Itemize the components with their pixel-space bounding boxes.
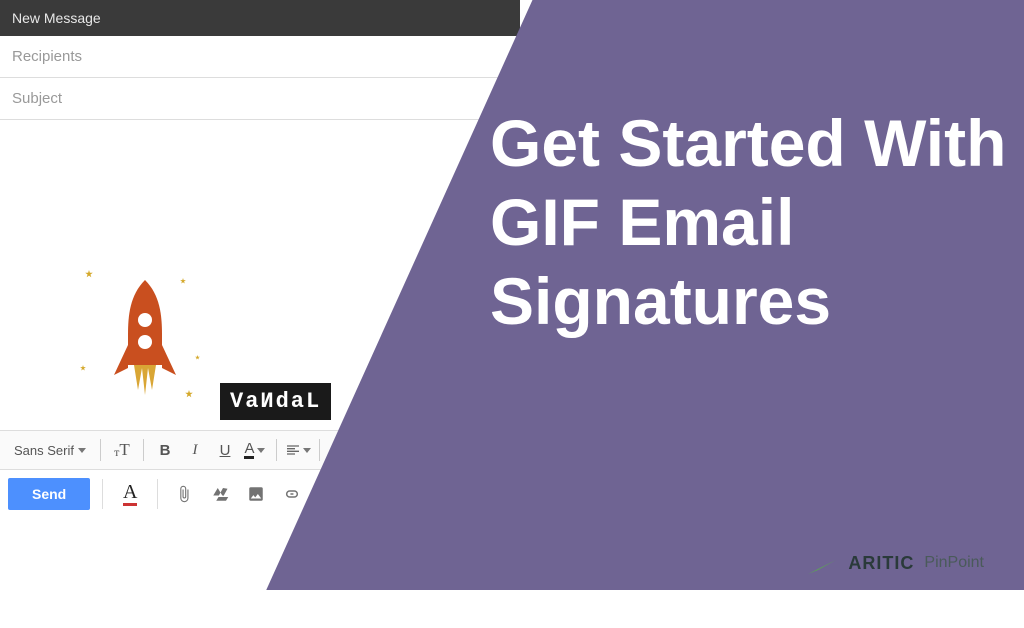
wing-icon [808,552,838,574]
separator [102,479,103,509]
compose-window: New Message Recipients Subject [0,0,520,590]
separator [157,479,158,509]
compose-body[interactable]: VaИdaL [0,120,520,430]
font-family-select[interactable]: Sans Serif [8,439,92,462]
align-button[interactable] [285,437,311,463]
star-icon [185,390,193,398]
rocket-icon [110,280,180,410]
chevron-down-icon [303,448,311,453]
rocket-graphic [80,270,200,420]
bold-button[interactable]: B [152,437,178,463]
vandal-badge: VaИdaL [220,383,331,420]
numbered-list-button[interactable] [328,437,354,463]
subject-field[interactable]: Subject [0,78,520,120]
font-size-button[interactable]: тT [109,437,135,463]
italic-button[interactable]: I [182,437,208,463]
insert-photo-button[interactable] [242,480,270,508]
star-icon [80,365,86,371]
brand-name: ARITIC [848,553,914,574]
brand-product: PinPoint [924,554,984,572]
text-format-button[interactable]: A [115,479,145,509]
recipients-field[interactable]: Recipients [0,36,520,78]
insert-link-button[interactable] [278,480,306,508]
chevron-down-icon [78,448,86,453]
insert-emoji-button[interactable] [314,480,342,508]
text-color-button[interactable]: A [242,437,268,463]
separator [276,439,277,461]
format-toolbar: Sans Serif тT B I U A [0,430,520,470]
chevron-down-icon [257,448,265,453]
brand-logo: ARITIC PinPoint [808,552,984,574]
separator [100,439,101,461]
compose-header: New Message [0,0,520,36]
send-button[interactable]: Send [8,478,90,510]
email-signature: VaИdaL [80,270,331,420]
separator [319,439,320,461]
bulleted-list-button[interactable] [358,437,384,463]
insert-drive-button[interactable] [206,480,234,508]
star-icon [180,278,186,284]
star-icon [85,270,93,278]
underline-button[interactable]: U [212,437,238,463]
font-family-label: Sans Serif [14,443,74,458]
star-icon [195,355,200,360]
separator [143,439,144,461]
attach-file-button[interactable] [170,480,198,508]
send-toolbar: Send A [0,470,520,518]
hero-title: Get Started With GIF Email Signatures [490,104,1024,342]
